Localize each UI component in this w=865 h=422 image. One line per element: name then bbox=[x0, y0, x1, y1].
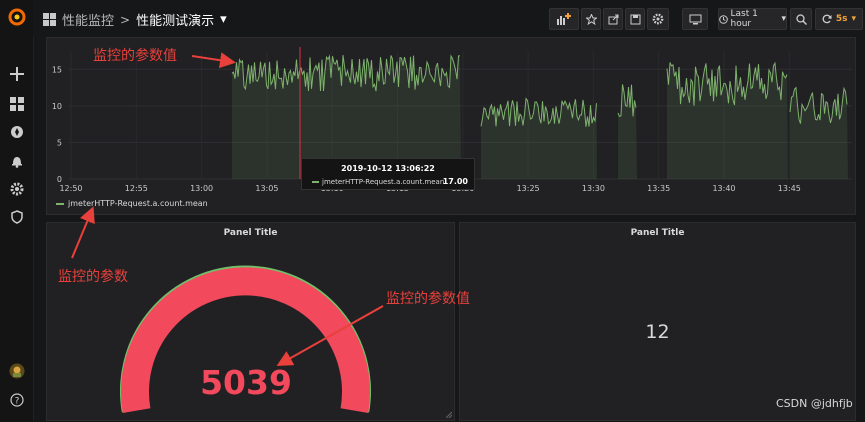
server-admin-shield-icon[interactable] bbox=[7, 207, 27, 227]
svg-text:?: ? bbox=[15, 397, 20, 407]
graph-legend[interactable]: jmeterHTTP-Request.a.count.mean bbox=[56, 199, 208, 208]
create-plus-icon[interactable] bbox=[7, 64, 27, 84]
y-tick-label: 5 bbox=[57, 138, 62, 147]
breadcrumb-separator: > bbox=[120, 12, 131, 27]
legend-series-label[interactable]: jmeterHTTP-Request.a.count.mean bbox=[68, 199, 208, 208]
legend-swatch bbox=[56, 202, 64, 205]
tooltip-series-label: jmeterHTTP-Request.a.count.mean: bbox=[322, 178, 447, 186]
dashboard-title[interactable]: 性能测试演示 bbox=[136, 10, 214, 29]
monitor-icon bbox=[689, 14, 701, 24]
x-tick-label: 13:30 bbox=[582, 184, 605, 193]
star-button[interactable] bbox=[581, 8, 601, 30]
sidebar: ? bbox=[0, 0, 34, 421]
breadcrumb[interactable]: 性能监控 > 性能测试演示 ▾ bbox=[43, 10, 227, 29]
save-icon bbox=[630, 14, 640, 24]
dashboards-grid-icon[interactable] bbox=[7, 94, 27, 114]
resize-handle-icon[interactable] bbox=[446, 412, 452, 418]
tooltip-series: jmeterHTTP-Request.a.count.mean: bbox=[312, 178, 447, 186]
x-tick-label: 12:55 bbox=[125, 184, 148, 193]
tooltip-time: 2019-10-12 13:06:22 bbox=[341, 164, 435, 173]
refresh-picker[interactable]: 5s ▾ bbox=[815, 8, 863, 30]
time-range-label: Last 1 hour bbox=[730, 9, 758, 29]
refresh-interval-label: 5s bbox=[835, 14, 848, 24]
stat-value: 12 bbox=[645, 321, 670, 343]
breadcrumb-folder[interactable]: 性能监控 bbox=[62, 10, 114, 29]
gauge: 5039 bbox=[120, 265, 371, 413]
view-mode-button[interactable] bbox=[682, 8, 708, 30]
stat-panel[interactable]: Panel Title 12 bbox=[459, 222, 856, 421]
user-avatar[interactable] bbox=[7, 361, 27, 381]
add-panel-button[interactable] bbox=[549, 8, 579, 30]
gauge-value: 5039 bbox=[200, 363, 292, 402]
chevron-down-icon: ▾ bbox=[851, 14, 857, 24]
zoom-out-icon bbox=[795, 13, 807, 25]
help-icon[interactable]: ? bbox=[7, 390, 27, 410]
x-tick-label: 13:25 bbox=[517, 184, 540, 193]
clock-icon bbox=[719, 14, 728, 24]
save-button[interactable] bbox=[625, 8, 645, 30]
dashboard-grid-icon bbox=[43, 13, 56, 26]
tooltip-swatch bbox=[312, 181, 319, 183]
gear-icon bbox=[652, 13, 664, 25]
x-tick-label: 12:50 bbox=[59, 184, 82, 193]
share-icon bbox=[608, 14, 618, 24]
annotation-middle: 监控的参数值 bbox=[386, 291, 470, 307]
graph-tooltip: 2019-10-12 13:06:22 jmeterHTTP-Request.a… bbox=[301, 158, 475, 190]
explore-compass-icon[interactable] bbox=[7, 122, 27, 142]
gauge-panel[interactable]: Panel Title 5039 bbox=[46, 222, 455, 421]
y-tick-label: 10 bbox=[52, 102, 62, 111]
annotation-bottom-left: 监控的参数 bbox=[58, 269, 128, 285]
x-tick-label: 13:35 bbox=[647, 184, 670, 193]
tooltip-value: 17.00 bbox=[442, 177, 468, 186]
x-tick-label: 13:45 bbox=[778, 184, 801, 193]
series-area bbox=[667, 62, 788, 179]
chevron-down-icon: ▾ bbox=[781, 14, 786, 24]
settings-button[interactable] bbox=[647, 8, 669, 30]
grafana-logo-icon[interactable] bbox=[7, 7, 27, 27]
time-range-picker[interactable]: Last 1 hour ▾ bbox=[718, 8, 787, 30]
stat-panel-title[interactable]: Panel Title bbox=[460, 228, 855, 238]
y-tick-label: 0 bbox=[57, 175, 62, 184]
alerting-bell-icon[interactable] bbox=[7, 151, 27, 171]
annotation-top: 监控的参数值 bbox=[93, 48, 177, 64]
series-area bbox=[790, 87, 848, 179]
refresh-icon bbox=[822, 14, 832, 24]
chevron-down-icon[interactable]: ▾ bbox=[220, 12, 227, 27]
add-panel-icon bbox=[557, 13, 571, 25]
x-tick-label: 13:05 bbox=[255, 184, 278, 193]
star-icon bbox=[585, 13, 597, 25]
y-tick-label: 15 bbox=[52, 65, 62, 74]
zoom-out-button[interactable] bbox=[790, 8, 812, 30]
top-navbar: 性能监控 > 性能测试演示 ▾ Last 1 hour ▾ 5s ▾ bbox=[33, 0, 865, 37]
x-tick-label: 13:40 bbox=[712, 184, 735, 193]
share-button[interactable] bbox=[603, 8, 623, 30]
watermark: CSDN @jdhfjb bbox=[776, 397, 853, 410]
x-tick-label: 13:00 bbox=[190, 184, 213, 193]
configuration-gear-icon[interactable] bbox=[7, 179, 27, 199]
